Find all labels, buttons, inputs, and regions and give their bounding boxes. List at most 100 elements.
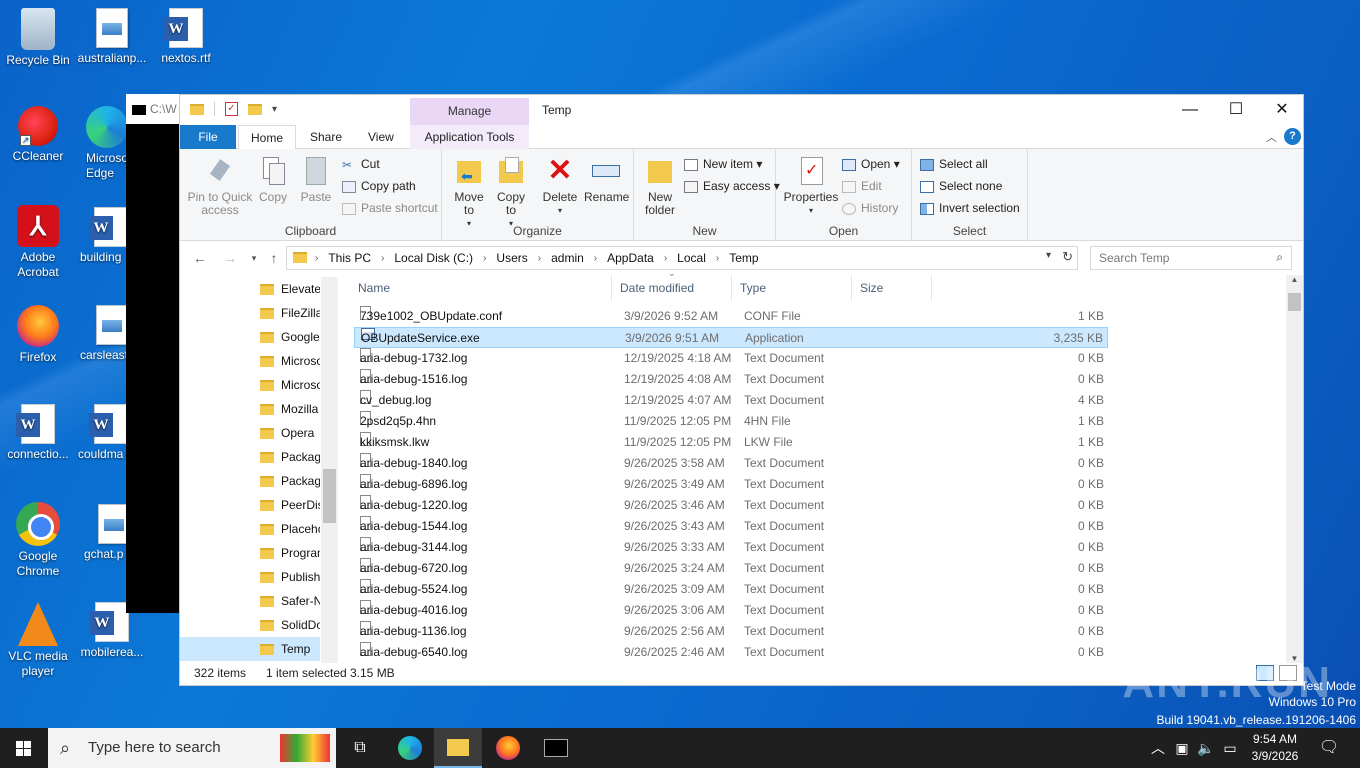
file-row[interactable]: kkiksmsk.lkw 11/9/2025 12:05 PM LKW File 1 … <box>354 432 1108 453</box>
nav-item-temp[interactable]: Temp <box>180 637 320 661</box>
file-row[interactable]: aria-debug-6720.log 9/26/2025 3:24 AM Text… <box>354 558 1108 579</box>
back-icon[interactable]: ← <box>190 248 210 268</box>
file-list-scrollbar[interactable]: ▲ ▼ <box>1286 275 1303 663</box>
nav-item[interactable]: Safer-N <box>260 589 320 613</box>
desktop-icon-connectio[interactable]: connectio... <box>0 404 76 462</box>
address-dropdown-icon[interactable]: ▾ <box>1046 250 1051 261</box>
file-list-scroll-thumb[interactable] <box>1288 293 1301 311</box>
firefox-taskbar-icon[interactable] <box>484 728 532 768</box>
breadcrumb-local-disk[interactable]: Local Disk (C:) <box>394 251 473 265</box>
open-button[interactable]: Open ▾ <box>842 154 900 174</box>
show-hidden-icons-icon[interactable]: ︿ <box>1148 728 1168 768</box>
desktop-icon-couldma[interactable]: couldma <box>74 404 130 462</box>
nav-item[interactable]: SolidDo <box>260 613 320 637</box>
desktop-icon-chrome[interactable]: Google Chrome <box>0 502 76 579</box>
up-icon[interactable]: ↑ <box>264 248 284 268</box>
select-none-button[interactable]: Select none <box>920 176 1002 196</box>
copy-button[interactable]: Copy <box>256 155 290 204</box>
select-all-button[interactable]: Select all <box>920 154 988 174</box>
nav-item[interactable]: Microso <box>260 349 320 373</box>
desktop-icon-nextos[interactable]: nextos.rtf <box>148 8 224 66</box>
nav-item[interactable]: Program <box>260 541 320 565</box>
file-row[interactable]: aria-debug-1840.log 9/26/2025 3:58 AM Text… <box>354 453 1108 474</box>
new-folder-button[interactable]: New folder <box>638 155 682 217</box>
move-to-button[interactable]: ⬅ Move to ▾ <box>450 155 488 230</box>
desktop-icon-firefox[interactable]: Firefox <box>0 305 76 365</box>
console-taskbar-icon[interactable] <box>532 728 580 768</box>
file-row[interactable]: 739e1002_OBUpdate.conf 3/9/2026 9:52 AM CO… <box>354 306 1108 327</box>
edge-taskbar-icon[interactable] <box>386 728 434 768</box>
breadcrumb-appdata[interactable]: AppData <box>607 251 654 265</box>
nav-item[interactable]: Google <box>260 325 320 349</box>
breadcrumb-local[interactable]: Local <box>677 251 706 265</box>
nav-scroll-thumb[interactable] <box>323 469 336 523</box>
properties-button[interactable]: ✓ Properties ▾ <box>780 155 842 217</box>
desktop-icon-vlc[interactable]: VLC media player <box>0 602 76 679</box>
address-bar[interactable]: › This PC › Local Disk (C:) › Users › ad… <box>286 246 1078 270</box>
desktop-icon-acrobat[interactable]: ⅄ Adobe Acrobat <box>0 205 76 280</box>
file-row[interactable]: aria-debug-3144.log 9/26/2025 3:33 AM Text… <box>354 537 1108 558</box>
breadcrumb-admin[interactable]: admin <box>551 251 584 265</box>
file-row[interactable]: aria-debug-1220.log 9/26/2025 3:46 AM Text… <box>354 495 1108 516</box>
nav-item[interactable]: Packag <box>260 445 320 469</box>
tab-share[interactable]: Share <box>298 125 354 149</box>
desktop-icon-ccleaner[interactable]: ↗ CCleaner <box>0 106 76 164</box>
file-row[interactable]: 2psd2q5p.4hn 11/9/2025 12:05 PM 4HN File 1 … <box>354 411 1108 432</box>
file-row[interactable]: aria-debug-1732.log 12/19/2025 4:18 AM Tex… <box>354 348 1108 369</box>
scroll-up-icon[interactable]: ▲ <box>1286 275 1303 284</box>
recent-locations-icon[interactable]: ▾ <box>244 248 264 268</box>
minimize-icon[interactable]: — <box>1167 95 1213 125</box>
nav-item[interactable]: FileZilla <box>260 301 320 325</box>
file-row[interactable]: aria-debug-1516.log 12/19/2025 4:08 AM Tex… <box>354 369 1108 390</box>
tab-manage[interactable]: Manage <box>410 98 529 125</box>
customize-qat-icon[interactable]: ▾ <box>272 104 277 115</box>
notifications-icon[interactable]: 🗨 <box>1314 728 1344 768</box>
desktop-icon-carsleast[interactable]: carsleast <box>74 305 130 363</box>
nav-item[interactable]: Publish <box>260 565 320 589</box>
column-header-type[interactable]: Type <box>732 275 852 301</box>
column-header-name[interactable]: Name <box>350 275 612 301</box>
maximize-icon[interactable]: ☐ <box>1213 95 1259 125</box>
breadcrumb-users[interactable]: Users <box>496 251 527 265</box>
nav-item[interactable]: Packag <box>260 469 320 493</box>
file-explorer-taskbar-icon[interactable] <box>434 728 482 768</box>
taskbar-search-box[interactable]: ⌕ Type here to search <box>48 728 336 768</box>
file-explorer-window[interactable]: ✓ ▾ Manage Temp — ☐ ✕ File Home Share Vi… <box>179 94 1304 686</box>
cut-button[interactable]: ✂ Cut <box>342 154 380 174</box>
forward-icon[interactable]: → <box>220 248 240 268</box>
breadcrumb-temp[interactable]: Temp <box>729 251 758 265</box>
console-titlebar[interactable]: C:\W <box>126 94 186 124</box>
tab-home[interactable]: Home <box>238 125 297 150</box>
tab-file[interactable]: File <box>180 125 236 149</box>
nav-item[interactable]: Placeho <box>260 517 320 541</box>
copy-path-button[interactable]: Copy path <box>342 176 416 196</box>
desktop-icon-gchat[interactable]: gchat.p <box>74 504 130 562</box>
new-item-button[interactable]: New item ▾ <box>684 154 762 174</box>
nav-item[interactable]: Microso <box>260 373 320 397</box>
network-icon[interactable]: ▭ <box>1220 728 1240 768</box>
properties-qat-icon[interactable]: ✓ <box>225 102 238 116</box>
console-window[interactable] <box>126 94 186 613</box>
nav-item[interactable]: Opera <box>260 421 320 445</box>
file-row[interactable]: aria-debug-6896.log 9/26/2025 3:49 AM Text… <box>354 474 1108 495</box>
file-row[interactable]: OBUpdateService.exe 3/9/2026 9:51 AM Appli… <box>354 327 1108 348</box>
tab-view[interactable]: View <box>356 125 406 149</box>
edit-button[interactable]: Edit <box>842 176 882 196</box>
desktop-icon-australianp[interactable]: australianp... <box>74 8 150 66</box>
taskbar-clock[interactable]: 9:54 AM 3/9/2026 <box>1240 731 1310 765</box>
easy-access-button[interactable]: Easy access ▾ <box>684 176 780 196</box>
meet-now-icon[interactable]: ▣ <box>1172 728 1192 768</box>
column-header-size[interactable]: Size <box>852 275 932 301</box>
file-row[interactable]: cv_debug.log 12/19/2025 4:07 AM Text Docum… <box>354 390 1108 411</box>
rename-button[interactable]: Rename <box>584 155 629 204</box>
history-button[interactable]: History <box>842 198 898 218</box>
desktop-icon-edge[interactable]: Microsoft Edge <box>74 106 130 181</box>
task-view-icon[interactable]: ⧉ <box>336 728 384 768</box>
tab-application-tools[interactable]: Application Tools <box>410 125 529 149</box>
collapse-ribbon-icon[interactable]: ︿ <box>1266 129 1277 145</box>
paste-shortcut-button[interactable]: Paste shortcut <box>342 198 438 218</box>
start-button[interactable] <box>0 728 48 768</box>
breadcrumb-this-pc[interactable]: This PC <box>328 251 371 265</box>
nav-item[interactable]: PeerDis <box>260 493 320 517</box>
file-row[interactable]: aria-debug-4016.log 9/26/2025 3:06 AM Text… <box>354 600 1108 621</box>
